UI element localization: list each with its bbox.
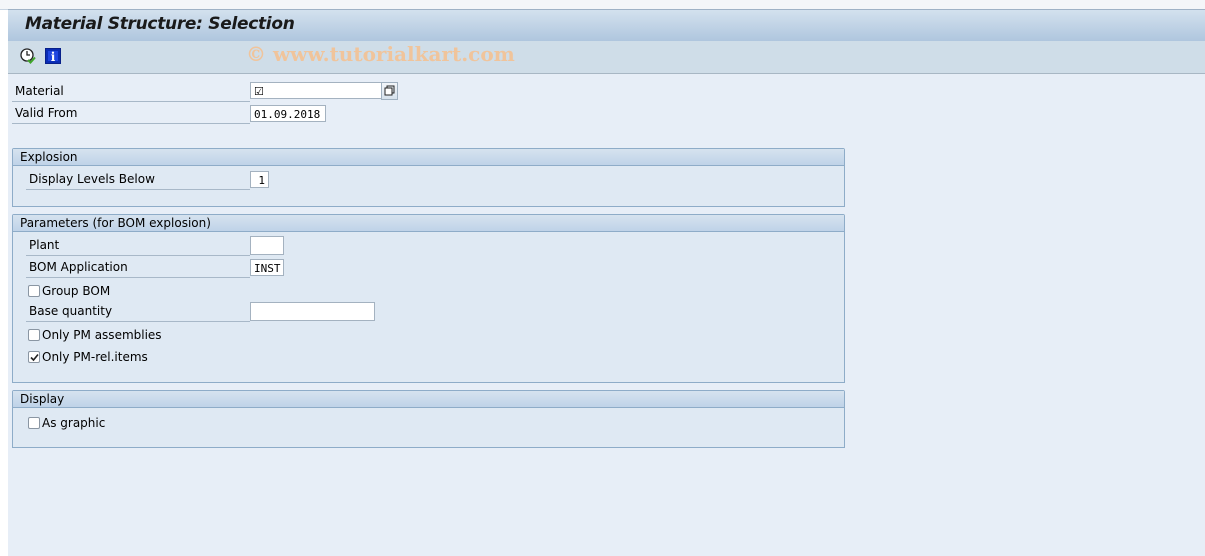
- valid-from-label-text: Valid From: [15, 106, 78, 120]
- material-input[interactable]: ☑: [250, 82, 382, 99]
- explosion-group-title: Explosion: [13, 149, 844, 166]
- as-graphic-checkbox[interactable]: [28, 417, 40, 429]
- watermark: © www.tutorialkart.com: [246, 42, 515, 66]
- plant-label: Plant: [26, 236, 250, 256]
- page-title: Material Structure: Selection: [25, 14, 295, 34]
- bom-application-label: BOM Application: [26, 258, 250, 278]
- plant-label-text: Plant: [29, 238, 60, 252]
- valid-from-input[interactable]: 01.09.2018: [250, 105, 326, 122]
- only-pm-assemblies-label: Only PM assemblies: [42, 328, 162, 342]
- execute-clock-icon[interactable]: [20, 48, 36, 64]
- material-label: Material: [12, 82, 250, 102]
- bom-application-input[interactable]: INST: [250, 259, 284, 276]
- valid-from-label: Valid From: [12, 104, 250, 124]
- display-levels-below-label: Display Levels Below: [26, 170, 250, 190]
- parameters-group-title: Parameters (for BOM explosion): [13, 215, 844, 232]
- as-graphic-label: As graphic: [42, 416, 106, 430]
- sap-screen: Material Structure: Selection i © www.tu…: [8, 9, 1205, 556]
- display-group-title: Display: [13, 391, 844, 408]
- only-pm-assemblies-checkbox[interactable]: [28, 329, 40, 341]
- group-bom-checkbox[interactable]: [28, 285, 40, 297]
- material-label-text: Material: [15, 84, 64, 98]
- only-pm-rel-items-label: Only PM-rel.items: [42, 350, 148, 364]
- svg-text:i: i: [51, 50, 56, 64]
- group-bom-label: Group BOM: [42, 284, 111, 298]
- application-toolbar: i © www.tutorialkart.com: [8, 41, 1205, 74]
- base-quantity-label-text: Base quantity: [29, 304, 113, 318]
- base-quantity-input[interactable]: [250, 302, 375, 321]
- value-help-icon: [384, 85, 395, 96]
- title-bar: Material Structure: Selection: [8, 9, 1205, 42]
- display-group: Display: [12, 390, 845, 448]
- checkmark-icon: [30, 353, 39, 362]
- required-checkbox-icon: ☑: [254, 85, 264, 98]
- display-levels-below-input[interactable]: 1: [250, 171, 269, 188]
- bom-application-label-text: BOM Application: [29, 260, 128, 274]
- material-search-help-button[interactable]: [381, 82, 398, 100]
- display-levels-below-label-text: Display Levels Below: [29, 172, 155, 186]
- info-icon[interactable]: i: [45, 48, 61, 64]
- base-quantity-label: Base quantity: [26, 302, 250, 322]
- plant-input[interactable]: [250, 236, 284, 255]
- only-pm-rel-items-checkbox[interactable]: [28, 351, 40, 363]
